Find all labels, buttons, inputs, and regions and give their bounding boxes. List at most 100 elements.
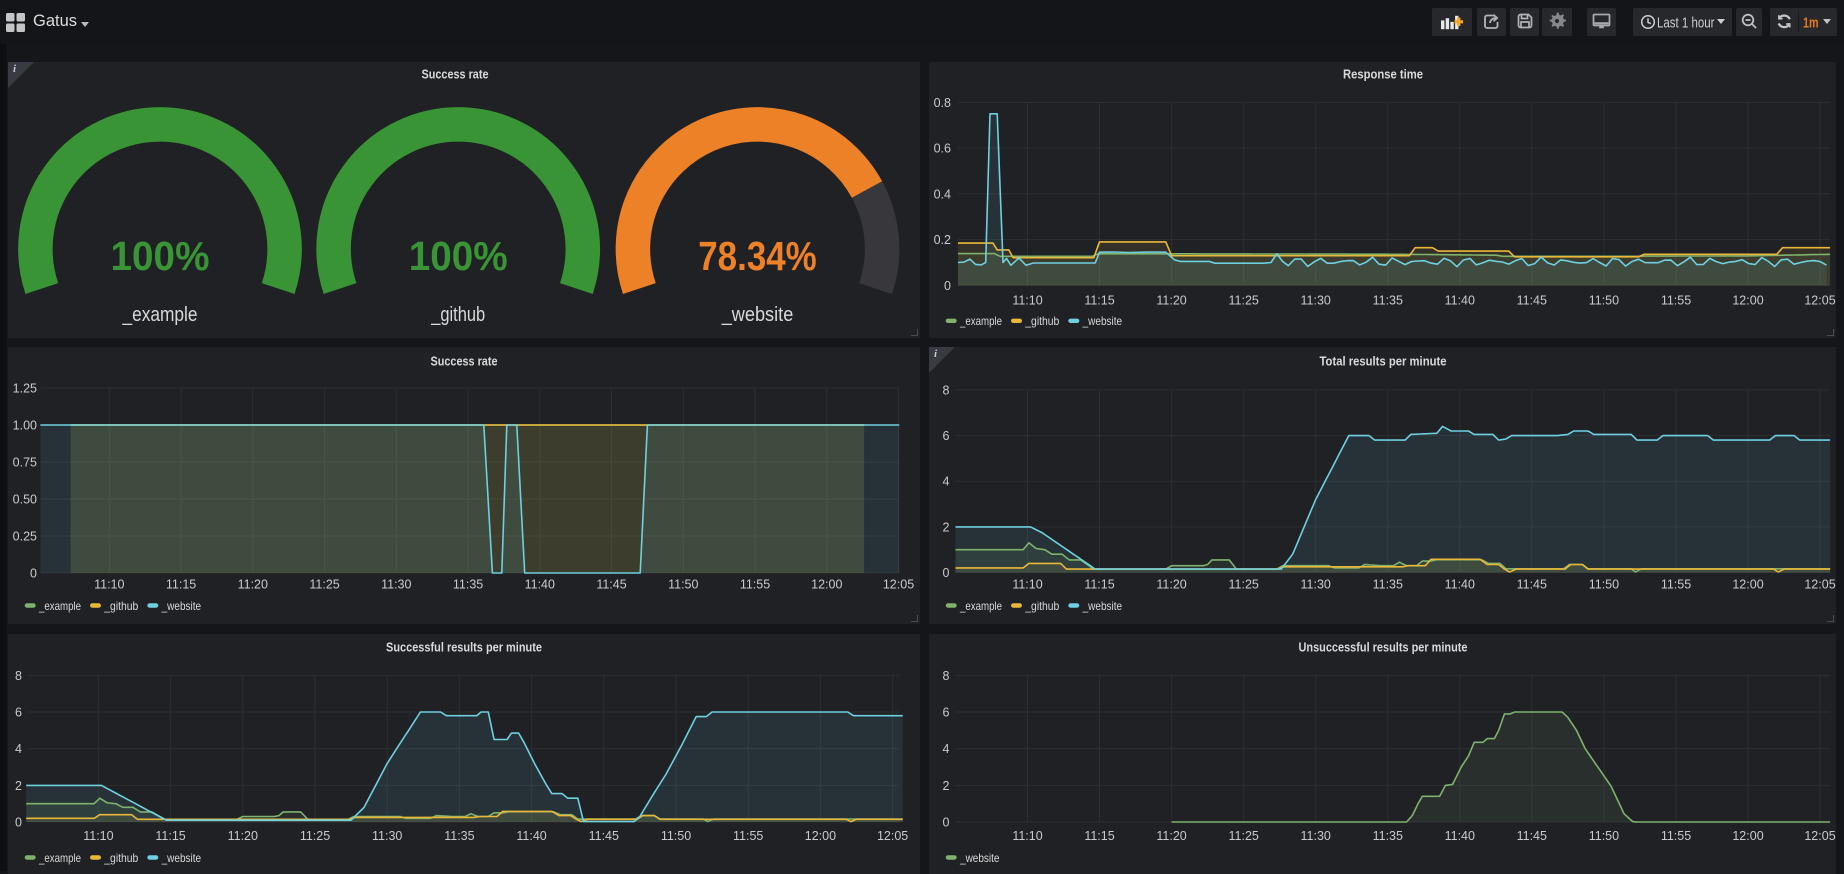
svg-text:11:25: 11:25: [300, 829, 330, 843]
svg-text:12:05: 12:05: [1804, 294, 1835, 308]
svg-text:Success rate: Success rate: [422, 67, 489, 82]
svg-text:11:15: 11:15: [1084, 294, 1114, 308]
svg-text:100%: 100%: [111, 233, 210, 279]
svg-text:11:25: 11:25: [1229, 294, 1259, 308]
svg-text:_example: _example: [38, 599, 81, 613]
svg-text:11:20: 11:20: [238, 578, 268, 592]
svg-text:0.6: 0.6: [934, 142, 951, 156]
svg-text:11:50: 11:50: [1589, 294, 1619, 308]
svg-text:12:00: 12:00: [805, 829, 836, 843]
svg-text:11:25: 11:25: [1229, 578, 1259, 592]
svg-text:4: 4: [943, 475, 950, 489]
svg-text:_website: _website: [1082, 599, 1123, 613]
svg-text:12:05: 12:05: [1804, 829, 1835, 843]
svg-text:4: 4: [15, 742, 22, 756]
svg-text:_website: _website: [161, 599, 202, 613]
svg-text:_github: _github: [103, 599, 138, 613]
svg-text:11:30: 11:30: [1301, 294, 1331, 308]
svg-text:0: 0: [30, 567, 37, 581]
svg-text:11:55: 11:55: [733, 829, 763, 843]
svg-text:11:30: 11:30: [1301, 578, 1331, 592]
svg-text:11:30: 11:30: [1301, 829, 1331, 843]
svg-text:11:45: 11:45: [1517, 294, 1547, 308]
svg-text:12:00: 12:00: [1732, 294, 1763, 308]
svg-text:_website: _website: [721, 304, 794, 326]
svg-text:11:15: 11:15: [1084, 829, 1114, 843]
svg-text:11:40: 11:40: [1445, 578, 1475, 592]
svg-text:12:00: 12:00: [811, 578, 842, 592]
svg-text:11:10: 11:10: [1012, 829, 1042, 843]
svg-text:_website: _website: [161, 851, 202, 865]
svg-text:2: 2: [943, 520, 950, 534]
svg-text:Last 1 hour: Last 1 hour: [1657, 14, 1715, 31]
svg-text:11:10: 11:10: [1012, 578, 1042, 592]
svg-text:12:05: 12:05: [877, 829, 908, 843]
svg-text:11:55: 11:55: [1661, 829, 1691, 843]
svg-text:11:20: 11:20: [1156, 294, 1186, 308]
svg-text:Total results per minute: Total results per minute: [1320, 354, 1447, 369]
svg-text:11:40: 11:40: [1445, 294, 1475, 308]
svg-text:11:10: 11:10: [83, 829, 113, 843]
svg-text:11:50: 11:50: [668, 578, 698, 592]
svg-text:11:25: 11:25: [1229, 829, 1259, 843]
svg-text:_example: _example: [959, 599, 1002, 613]
svg-text:6: 6: [15, 706, 22, 720]
svg-text:Unsuccessful results per minut: Unsuccessful results per minute: [1299, 640, 1468, 655]
svg-text:0: 0: [943, 816, 950, 830]
svg-text:Success rate: Success rate: [431, 354, 498, 369]
svg-text:0.2: 0.2: [934, 233, 951, 247]
svg-text:100%: 100%: [409, 233, 508, 279]
svg-text:11:45: 11:45: [1517, 578, 1547, 592]
svg-text:11:35: 11:35: [444, 829, 474, 843]
svg-text:0.8: 0.8: [934, 96, 951, 110]
svg-text:_example: _example: [959, 314, 1002, 328]
svg-text:11:50: 11:50: [661, 829, 691, 843]
svg-text:_github: _github: [430, 304, 485, 326]
svg-text:1m: 1m: [1803, 14, 1819, 31]
svg-text:11:25: 11:25: [309, 578, 339, 592]
svg-text:11:15: 11:15: [166, 578, 196, 592]
svg-text:12:05: 12:05: [883, 578, 914, 592]
svg-text:11:20: 11:20: [228, 829, 258, 843]
svg-text:6: 6: [943, 706, 950, 720]
svg-text:0: 0: [15, 816, 22, 830]
svg-text:11:20: 11:20: [1156, 829, 1186, 843]
svg-text:11:50: 11:50: [1589, 578, 1619, 592]
svg-text:11:35: 11:35: [1373, 829, 1403, 843]
svg-text:8: 8: [15, 669, 22, 683]
svg-text:11:40: 11:40: [1445, 829, 1475, 843]
svg-text:_website: _website: [959, 851, 1000, 865]
svg-text:12:00: 12:00: [1732, 829, 1763, 843]
svg-text:11:55: 11:55: [1661, 294, 1691, 308]
svg-text:11:45: 11:45: [589, 829, 619, 843]
svg-text:Successful results per minute: Successful results per minute: [386, 640, 542, 655]
svg-text:11:55: 11:55: [1661, 578, 1691, 592]
svg-text:_website: _website: [1082, 314, 1123, 328]
svg-text:1.00: 1.00: [13, 419, 37, 433]
svg-text:11:10: 11:10: [94, 578, 124, 592]
svg-text:8: 8: [943, 383, 950, 397]
svg-text:11:35: 11:35: [1373, 294, 1403, 308]
svg-text:Response time: Response time: [1343, 67, 1423, 82]
svg-text:78.34%: 78.34%: [698, 233, 817, 279]
svg-text:11:10: 11:10: [1012, 294, 1042, 308]
svg-text:_github: _github: [1024, 599, 1059, 613]
svg-text:_github: _github: [1024, 314, 1059, 328]
svg-text:0: 0: [944, 279, 951, 293]
svg-text:11:30: 11:30: [372, 829, 402, 843]
svg-text:0.75: 0.75: [13, 456, 37, 470]
svg-text:11:35: 11:35: [1373, 578, 1403, 592]
svg-text:0.50: 0.50: [13, 493, 37, 507]
svg-text:_example: _example: [38, 851, 81, 865]
svg-text:11:30: 11:30: [381, 578, 411, 592]
svg-text:1.25: 1.25: [13, 382, 37, 396]
svg-text:4: 4: [943, 742, 950, 756]
svg-text:11:40: 11:40: [525, 578, 555, 592]
svg-text:11:55: 11:55: [740, 578, 770, 592]
svg-text:11:15: 11:15: [1084, 578, 1114, 592]
svg-text:11:40: 11:40: [516, 829, 546, 843]
svg-text:8: 8: [943, 669, 950, 683]
svg-text:2: 2: [15, 779, 22, 793]
svg-text:0.25: 0.25: [13, 530, 37, 544]
svg-text:6: 6: [943, 429, 950, 443]
